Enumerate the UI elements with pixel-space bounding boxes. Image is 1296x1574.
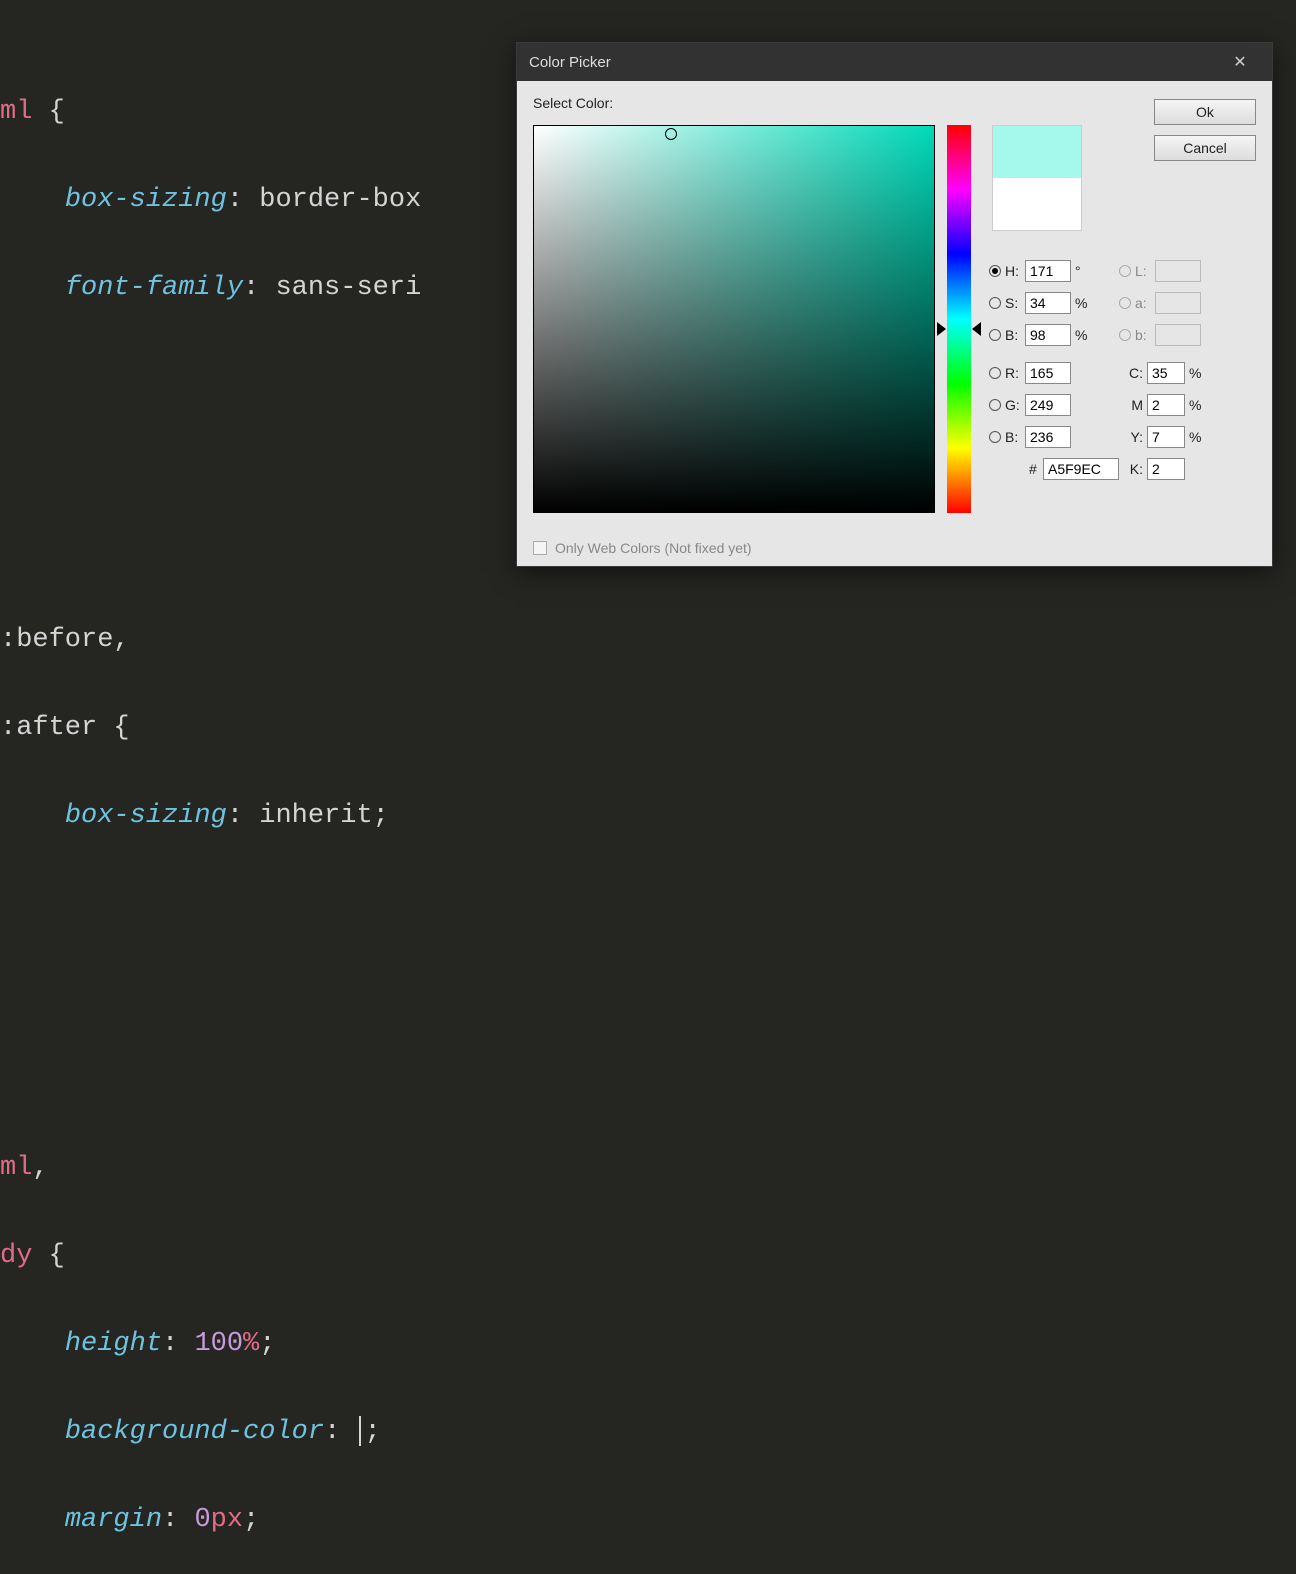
saturation-value-field[interactable]: [533, 125, 935, 513]
input-brightness[interactable]: [1025, 324, 1071, 346]
selector: ml: [0, 97, 32, 127]
css-property: box-sizing: [65, 801, 227, 831]
label-r: R:: [1005, 365, 1025, 381]
input-b-lab[interactable]: [1155, 324, 1201, 346]
input-green[interactable]: [1025, 394, 1071, 416]
select-color-label: Select Color:: [533, 95, 1256, 111]
radio-l[interactable]: [1119, 265, 1131, 277]
label-b-lab: b:: [1135, 327, 1155, 343]
label-k: K:: [1119, 461, 1143, 477]
css-property: font-family: [65, 273, 243, 303]
selector: ml: [0, 1153, 32, 1183]
percent-symbol: %: [1075, 295, 1091, 311]
web-colors-checkbox[interactable]: [533, 541, 547, 555]
cancel-button[interactable]: Cancel: [1154, 135, 1256, 161]
css-value: border-box: [259, 185, 421, 215]
degree-symbol: °: [1075, 263, 1091, 279]
dialog-body: Select Color: Ok Cancel H: °: [517, 81, 1272, 566]
percent-symbol: %: [1189, 365, 1205, 381]
css-number: 100: [194, 1329, 243, 1359]
input-yellow[interactable]: [1147, 426, 1185, 448]
color-inputs: H: ° L: S: % a:: [989, 255, 1254, 485]
web-colors-label: Only Web Colors (Not fixed yet): [555, 540, 752, 556]
css-number: 0: [194, 1505, 210, 1535]
color-swatch: [992, 125, 1082, 231]
css-property: background-color: [65, 1417, 324, 1447]
ok-button[interactable]: Ok: [1154, 99, 1256, 125]
label-c: C:: [1119, 365, 1143, 381]
radio-green[interactable]: [989, 399, 1001, 411]
selector: :after: [0, 713, 97, 743]
sv-marker[interactable]: [665, 128, 677, 140]
radio-a[interactable]: [1119, 297, 1131, 309]
color-picker-dialog: Color Picker ✕ Select Color: Ok Cancel H…: [516, 42, 1273, 567]
radio-blue[interactable]: [989, 431, 1001, 443]
css-value: sans-seri: [275, 273, 421, 303]
web-colors-row: Only Web Colors (Not fixed yet): [533, 540, 752, 556]
radio-b-lab[interactable]: [1119, 329, 1131, 341]
swatch-old-color: [993, 178, 1081, 230]
label-a: a:: [1135, 295, 1155, 311]
label-h: H:: [1005, 263, 1025, 279]
percent-symbol: %: [1189, 397, 1205, 413]
input-red[interactable]: [1025, 362, 1071, 384]
hue-slider[interactable]: [947, 125, 971, 513]
swatch-new-color: [993, 126, 1081, 178]
sv-gradient: [534, 126, 934, 512]
dialog-titlebar[interactable]: Color Picker ✕: [517, 43, 1272, 81]
input-magenta[interactable]: [1147, 394, 1185, 416]
percent-symbol: %: [1189, 429, 1205, 445]
input-blue[interactable]: [1025, 426, 1071, 448]
label-l: L:: [1135, 263, 1155, 279]
input-cyan[interactable]: [1147, 362, 1185, 384]
percent-symbol: %: [1075, 327, 1091, 343]
input-black[interactable]: [1147, 458, 1185, 480]
dialog-title: Color Picker: [529, 54, 1220, 71]
label-g: G:: [1005, 397, 1025, 413]
selector: :before,: [0, 625, 130, 655]
css-property: height: [65, 1329, 162, 1359]
text-cursor: [359, 1416, 361, 1446]
close-icon[interactable]: ✕: [1220, 52, 1260, 72]
css-property: margin: [65, 1505, 162, 1535]
label-m: M: [1119, 397, 1143, 413]
css-property: box-sizing: [65, 185, 227, 215]
label-y: Y:: [1119, 429, 1143, 445]
label-s: S:: [1005, 295, 1025, 311]
css-value: inherit: [259, 801, 372, 831]
radio-red[interactable]: [989, 367, 1001, 379]
radio-saturation[interactable]: [989, 297, 1001, 309]
hue-arrow-right-icon: [972, 322, 981, 336]
input-l[interactable]: [1155, 260, 1201, 282]
input-hex[interactable]: [1043, 458, 1119, 480]
label-bv: B:: [1005, 327, 1025, 343]
selector: dy: [0, 1241, 32, 1271]
label-b: B:: [1005, 429, 1025, 445]
hue-arrow-left-icon: [937, 322, 946, 336]
brace: {: [32, 97, 64, 127]
radio-hue[interactable]: [989, 265, 1001, 277]
input-hue[interactable]: [1025, 260, 1071, 282]
input-saturation[interactable]: [1025, 292, 1071, 314]
radio-brightness[interactable]: [989, 329, 1001, 341]
input-a[interactable]: [1155, 292, 1201, 314]
label-hash: #: [1029, 461, 1043, 477]
